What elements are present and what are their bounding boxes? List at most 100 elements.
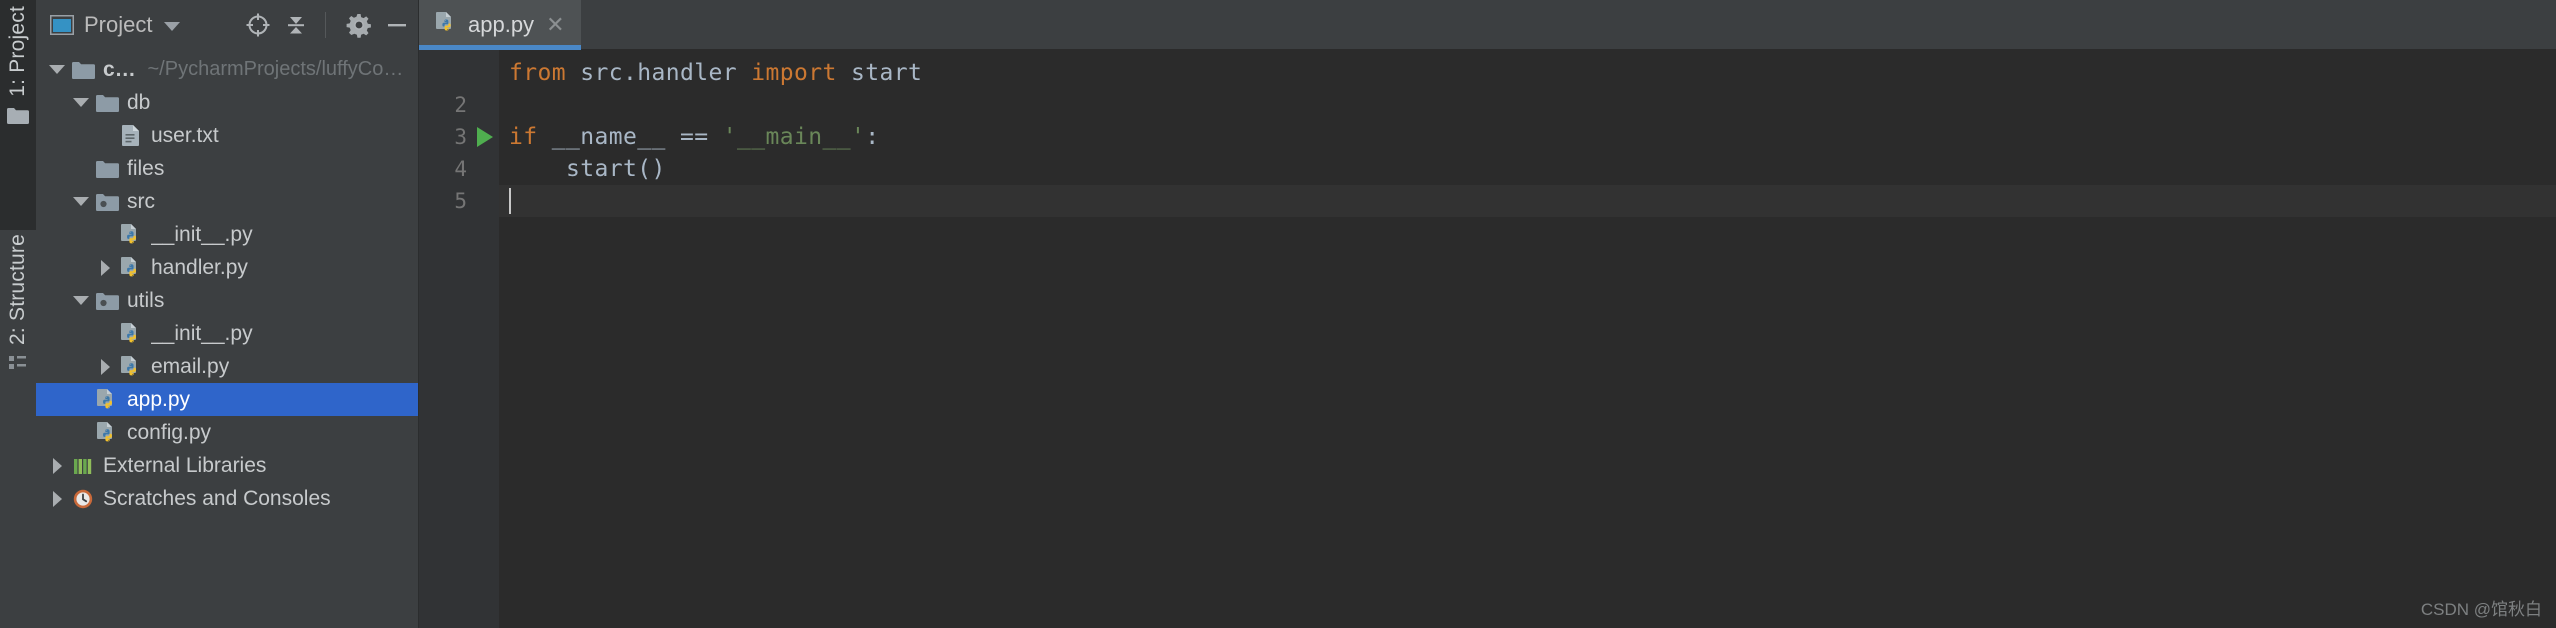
- scratches-icon: [70, 488, 96, 510]
- tree-row-label: app.py: [127, 387, 191, 411]
- tree-twisty-collapsed-icon[interactable]: [44, 490, 70, 507]
- triangle-right-icon: [52, 490, 62, 507]
- tree-row-app-py[interactable]: app.py: [36, 383, 418, 416]
- tree-row-label: Scratches and Consoles: [103, 486, 331, 510]
- tree-row-label: utils: [127, 288, 165, 312]
- minimize-icon[interactable]: [382, 10, 412, 40]
- editor-area: app.py ✕ 2 3 4 5 from src.handler import st…: [419, 0, 2556, 628]
- line-number: 5: [454, 189, 467, 213]
- project-tool-window: Project cr ~/PycharmProjects/luffyCours …: [36, 0, 419, 628]
- python-file-icon: [118, 322, 144, 345]
- triangle-down-icon: [73, 296, 89, 305]
- project-tree[interactable]: crm ~/PycharmProjects/luffyCourse/crm db us…: [36, 50, 418, 628]
- tree-row--init-py[interactable]: __init__.py: [36, 317, 418, 350]
- project-panel-title: Project: [84, 12, 153, 37]
- editor-tab-label: app.py: [468, 12, 535, 37]
- tree-row-crm[interactable]: crm ~/PycharmProjects/luffyCourse/crm: [36, 53, 418, 86]
- gutter-line[interactable]: 4: [419, 153, 499, 185]
- tree-row-path: ~/PycharmProjects/luffyCourse/crm: [147, 58, 413, 80]
- line-number: 3: [454, 125, 467, 149]
- toolbar-divider: [325, 12, 326, 38]
- triangle-right-icon: [52, 457, 62, 474]
- code-token: if: [509, 124, 552, 150]
- python-file-icon: [118, 256, 144, 279]
- tree-row-files[interactable]: files: [36, 152, 418, 185]
- triangle-right-icon: [100, 259, 110, 276]
- source-root-icon: [94, 292, 120, 310]
- tree-row-config-py[interactable]: config.py: [36, 416, 418, 449]
- code-token: import: [751, 60, 851, 86]
- text-file-icon: [118, 124, 144, 147]
- tree-row-external-libraries[interactable]: External Libraries: [36, 449, 418, 482]
- tree-row-label: src: [127, 189, 155, 213]
- folder-icon: [94, 94, 120, 112]
- tree-twisty-collapsed-icon[interactable]: [92, 259, 118, 276]
- editor-gutter[interactable]: 2 3 4 5: [419, 50, 499, 628]
- python-file-icon: [118, 223, 144, 246]
- line-number: 2: [454, 93, 467, 117]
- tree-row-db[interactable]: db: [36, 86, 418, 119]
- tree-row-handler-py[interactable]: handler.py: [36, 251, 418, 284]
- select-opened-file-icon[interactable]: [243, 10, 273, 40]
- code-line[interactable]: start(): [499, 153, 2556, 185]
- tree-twisty-expanded-icon[interactable]: [68, 197, 94, 206]
- python-file-icon: [94, 421, 120, 444]
- tree-row-label: External Libraries: [103, 453, 267, 477]
- tree-row-utils[interactable]: utils: [36, 284, 418, 317]
- tree-row-src[interactable]: src: [36, 185, 418, 218]
- code-token: from: [509, 60, 581, 86]
- tree-row-user-txt[interactable]: user.txt: [36, 119, 418, 152]
- tree-twisty-expanded-icon[interactable]: [68, 98, 94, 107]
- collapse-all-icon[interactable]: [281, 10, 311, 40]
- tool-window-button-project-label: 1: Project: [6, 6, 29, 97]
- editor-tab-app-py[interactable]: app.py ✕: [419, 0, 581, 50]
- tree-row-label: user.txt: [151, 123, 219, 147]
- code-line[interactable]: if __name__ == '__main__':: [499, 121, 2556, 153]
- tab-bar-filler: [580, 0, 2556, 50]
- tree-twisty-collapsed-icon[interactable]: [44, 457, 70, 474]
- code-line[interactable]: from src.handler import start: [499, 57, 2556, 89]
- code-token: __name__ ==: [551, 124, 723, 150]
- line-number: 4: [454, 157, 467, 181]
- code-token: start(): [509, 156, 666, 182]
- tree-row-email-py[interactable]: email.py: [36, 350, 418, 383]
- tree-row-label: __init__.py: [151, 222, 253, 246]
- libraries-icon: [70, 456, 96, 476]
- tree-row-scratches-and-consoles[interactable]: Scratches and Consoles: [36, 482, 418, 515]
- code-token: :: [865, 124, 880, 150]
- python-file-icon: [94, 388, 120, 411]
- gutter-line[interactable]: 3: [419, 121, 499, 153]
- code-line[interactable]: [499, 185, 2556, 217]
- gear-icon[interactable]: [344, 10, 374, 40]
- triangle-right-icon: [100, 358, 110, 375]
- chevron-down-icon[interactable]: [164, 21, 181, 31]
- gutter-line[interactable]: 2: [419, 89, 499, 121]
- code-area[interactable]: from src.handler import start if __name__…: [499, 50, 2556, 628]
- gutter-line[interactable]: 5: [419, 185, 499, 217]
- tree-row-label: files: [127, 156, 165, 180]
- text-caret: [509, 188, 511, 214]
- python-file-icon: [435, 11, 458, 39]
- code-token: src.handler: [580, 60, 752, 86]
- run-gutter-icon[interactable]: [477, 127, 493, 147]
- tool-window-button-structure[interactable]: 2: Structure: [0, 230, 36, 628]
- close-icon[interactable]: ✕: [544, 14, 566, 36]
- tool-window-button-structure-label: 2: Structure: [6, 234, 29, 345]
- tree-twisty-expanded-icon[interactable]: [44, 65, 70, 74]
- tree-row--init-py[interactable]: __init__.py: [36, 218, 418, 251]
- tool-window-button-project[interactable]: 1: Project: [0, 0, 36, 230]
- source-root-icon: [94, 193, 120, 211]
- editor-tab-bar: app.py ✕: [419, 0, 2556, 50]
- folder-icon: [94, 160, 120, 178]
- code-line[interactable]: [499, 89, 2556, 121]
- tree-row-label: handler.py: [151, 255, 248, 279]
- tree-row-label: email.py: [151, 354, 230, 378]
- code-token: start: [850, 60, 923, 86]
- folder-icon: [7, 107, 29, 124]
- code-token: '__main__': [722, 124, 866, 150]
- triangle-down-icon: [73, 197, 89, 206]
- tree-twisty-expanded-icon[interactable]: [68, 296, 94, 305]
- editor-body: 2 3 4 5 from src.handler import start if __n…: [419, 50, 2556, 628]
- tree-twisty-collapsed-icon[interactable]: [92, 358, 118, 375]
- gutter-line[interactable]: [419, 57, 499, 89]
